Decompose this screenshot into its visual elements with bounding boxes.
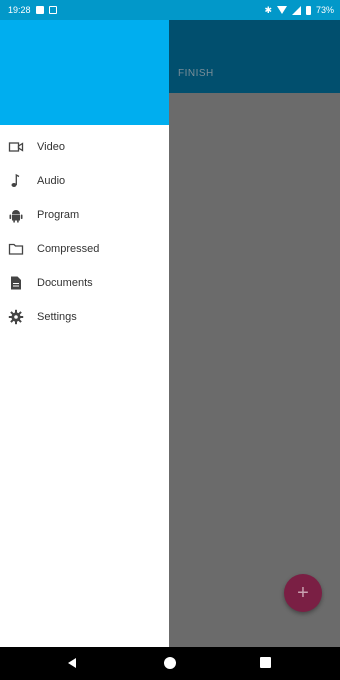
drawer-item-settings[interactable]: Settings [0,300,169,334]
drawer-item-label: Compressed [37,243,100,255]
tab-finish[interactable]: FINISH [178,68,214,79]
drawer-header [0,20,169,125]
drawer-item-label: Program [37,209,80,221]
android-icon [8,207,24,223]
drawer-item-audio[interactable]: Audio [0,164,169,198]
folder-icon [8,241,24,257]
system-nav-bar [0,647,340,680]
bluetooth-icon: ✱ [264,4,272,15]
battery-percent: 73% [315,5,334,15]
drawer-item-label: Audio [37,175,66,187]
drawer-item-label: Video [37,141,65,153]
plus-icon: + [297,581,309,604]
drawer-item-label: Documents [37,277,93,289]
drawer-item-video[interactable]: Video [0,130,169,164]
recent-apps-icon[interactable] [260,657,271,668]
status-time: 19:28 [8,5,31,15]
battery-icon [305,5,311,15]
video-camera-icon [8,139,24,155]
status-bar: 19:28 ✱ 73% [0,0,340,20]
document-icon [8,275,24,291]
drawer-item-compressed[interactable]: Compressed [0,232,169,266]
navigation-drawer: Video Audio Program Compressed Documents… [0,20,169,647]
home-icon[interactable] [164,657,176,669]
notification-icon [48,6,57,14]
back-icon[interactable] [68,658,76,668]
drawer-list: Video Audio Program Compressed Documents… [0,125,169,334]
drawer-item-program[interactable]: Program [0,198,169,232]
wifi-icon [276,6,287,14]
notification-icon [35,6,44,14]
drawer-item-label: Settings [37,311,77,323]
signal-icon [291,5,301,15]
add-button[interactable]: + [284,574,322,612]
music-note-icon [8,173,24,189]
gear-icon [8,309,24,325]
drawer-item-documents[interactable]: Documents [0,266,169,300]
